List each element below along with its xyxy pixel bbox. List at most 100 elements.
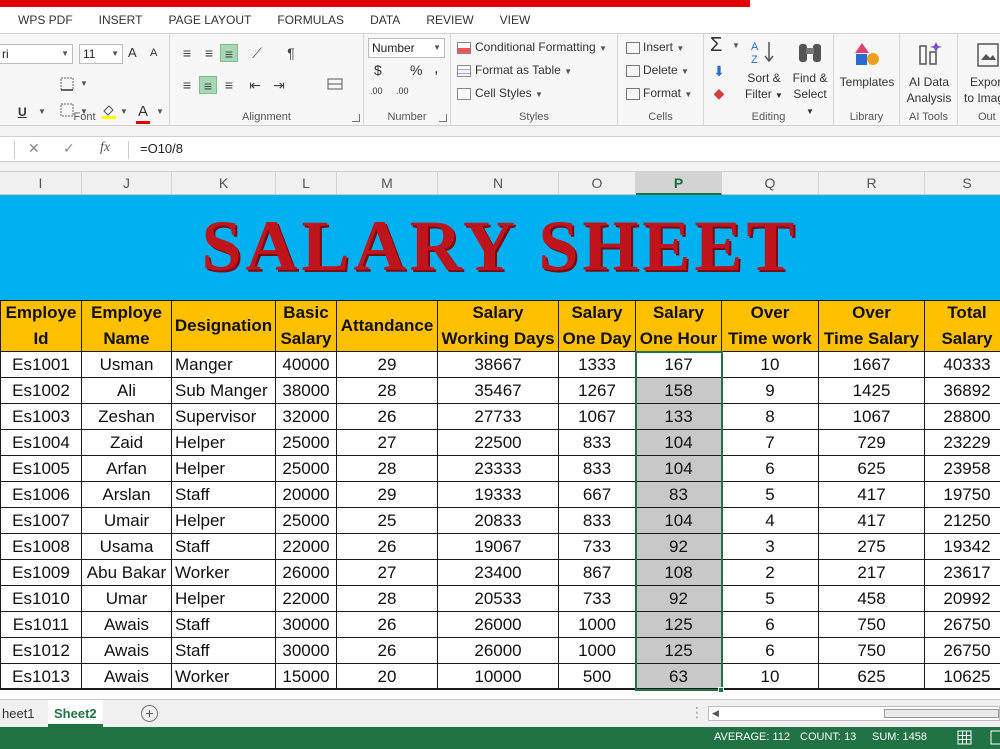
cell-designation[interactable]: Manger xyxy=(172,352,276,378)
cell-overtime-salary[interactable]: 1667 xyxy=(819,352,925,378)
cell-salary-working-days[interactable]: 26000 xyxy=(438,638,559,664)
cell-total-salary[interactable]: 10625 xyxy=(925,664,1000,690)
cell-overtime-work[interactable]: 7 xyxy=(722,430,819,456)
cell-total-salary[interactable]: 23229 xyxy=(925,430,1000,456)
cell-attendance[interactable]: 26 xyxy=(337,612,438,638)
cell-overtime-work[interactable]: 9 xyxy=(722,378,819,404)
formula-input[interactable]: =O10/8 xyxy=(140,141,183,156)
cell-salary-one-hour[interactable]: 104 xyxy=(636,456,722,482)
cell-salary-one-hour[interactable]: 108 xyxy=(636,560,722,586)
tab-review[interactable]: REVIEW xyxy=(413,7,486,34)
cell-attendance[interactable]: 28 xyxy=(337,586,438,612)
header-attendance[interactable]: Attandance xyxy=(337,300,438,352)
column-header-s[interactable]: S xyxy=(925,172,1000,195)
cell-basic-salary[interactable]: 40000 xyxy=(276,352,337,378)
header-designation[interactable]: Designation xyxy=(172,300,276,352)
cell-total-salary[interactable]: 40333 xyxy=(925,352,1000,378)
header-salary-working-days[interactable]: Salary Working Days xyxy=(438,300,559,352)
format-as-table-button[interactable]: Format as Table ▼ xyxy=(457,63,572,77)
cell-overtime-work[interactable]: 3 xyxy=(722,534,819,560)
cell-designation[interactable]: Worker xyxy=(172,560,276,586)
format-cells-button[interactable]: Format ▼ xyxy=(626,86,692,100)
cell-salary-one-day[interactable]: 500 xyxy=(559,664,636,690)
cell-employee-id[interactable]: Es1009 xyxy=(0,560,82,586)
cell-employee-id[interactable]: Es1003 xyxy=(0,404,82,430)
cell-attendance[interactable]: 25 xyxy=(337,508,438,534)
insert-cells-button[interactable]: Insert ▼ xyxy=(626,40,684,54)
grow-font-icon[interactable]: A xyxy=(128,45,137,60)
header-overtime-work[interactable]: Over Time work xyxy=(722,300,819,352)
tab-data[interactable]: DATA xyxy=(357,7,413,34)
cell-attendance[interactable]: 29 xyxy=(337,352,438,378)
column-header-j[interactable]: J xyxy=(82,172,172,195)
cell-designation[interactable]: Staff xyxy=(172,638,276,664)
column-header-m[interactable]: M xyxy=(337,172,438,195)
font-name-box[interactable]: ri ▼ xyxy=(0,44,73,64)
clear-icon[interactable]: ◆ xyxy=(710,84,728,102)
cell-designation[interactable]: Helper xyxy=(172,508,276,534)
templates-button[interactable]: Templates xyxy=(836,40,898,90)
cell-designation[interactable]: Staff xyxy=(172,534,276,560)
cell-overtime-salary[interactable]: 625 xyxy=(819,456,925,482)
cell-employee-name[interactable]: Usama xyxy=(82,534,172,560)
increase-decimal-icon[interactable]: .00 xyxy=(370,86,383,96)
fill-down-icon[interactable]: ⬇ xyxy=(710,62,728,80)
cell-employee-id[interactable]: Es1004 xyxy=(0,430,82,456)
cell-salary-working-days[interactable]: 23400 xyxy=(438,560,559,586)
font-size-box[interactable]: 11 ▼ xyxy=(79,44,123,64)
cell-salary-working-days[interactable]: 26000 xyxy=(438,612,559,638)
cell-salary-working-days[interactable]: 27733 xyxy=(438,404,559,430)
cell-basic-salary[interactable]: 15000 xyxy=(276,664,337,690)
header-employee-name[interactable]: Employe Name xyxy=(82,300,172,352)
cell-salary-one-hour[interactable]: 167 xyxy=(636,352,722,378)
cell-employee-id[interactable]: Es1006 xyxy=(0,482,82,508)
cell-total-salary[interactable]: 21250 xyxy=(925,508,1000,534)
cell-basic-salary[interactable]: 26000 xyxy=(276,560,337,586)
add-sheet-icon[interactable]: + xyxy=(141,705,158,722)
tab-split-handle-icon[interactable]: ⋮ xyxy=(690,704,704,721)
cell-overtime-salary[interactable]: 217 xyxy=(819,560,925,586)
cell-overtime-salary[interactable]: 750 xyxy=(819,612,925,638)
cell-overtime-work[interactable]: 5 xyxy=(722,586,819,612)
cell-basic-salary[interactable]: 30000 xyxy=(276,638,337,664)
cell-designation[interactable]: Helper xyxy=(172,586,276,612)
cell-employee-name[interactable]: Awais xyxy=(82,638,172,664)
scrollbar-thumb[interactable] xyxy=(884,709,999,718)
conditional-formatting-button[interactable]: Conditional Formatting ▼ xyxy=(457,40,607,54)
cell-basic-salary[interactable]: 30000 xyxy=(276,612,337,638)
header-salary-one-day[interactable]: Salary One Day xyxy=(559,300,636,352)
cell-salary-one-hour[interactable]: 133 xyxy=(636,404,722,430)
cell-overtime-work[interactable]: 5 xyxy=(722,482,819,508)
align-bottom-icon[interactable]: ≡ xyxy=(220,44,238,62)
tab-view[interactable]: VIEW xyxy=(487,7,544,34)
cell-attendance[interactable]: 27 xyxy=(337,430,438,456)
horizontal-scrollbar[interactable]: ◀ xyxy=(708,706,1000,721)
cell-basic-salary[interactable]: 25000 xyxy=(276,430,337,456)
cell-employee-id[interactable]: Es1013 xyxy=(0,664,82,690)
cell-total-salary[interactable]: 28800 xyxy=(925,404,1000,430)
cell-total-salary[interactable]: 19750 xyxy=(925,482,1000,508)
header-overtime-salary[interactable]: Over Time Salary xyxy=(819,300,925,352)
cell-overtime-work[interactable]: 6 xyxy=(722,612,819,638)
sheet-tab-sheet2[interactable]: Sheet2 xyxy=(48,700,103,727)
column-header-i[interactable]: I xyxy=(0,172,82,195)
header-salary-one-hour[interactable]: Salary One Hour xyxy=(636,300,722,352)
cell-total-salary[interactable]: 26750 xyxy=(925,612,1000,638)
align-top-icon[interactable]: ≡ xyxy=(178,44,196,62)
cell-employee-id[interactable]: Es1002 xyxy=(0,378,82,404)
cell-overtime-salary[interactable]: 1067 xyxy=(819,404,925,430)
number-format-box[interactable]: Number ▼ xyxy=(368,38,445,58)
tab-insert[interactable]: INSERT xyxy=(86,7,156,34)
column-header-l[interactable]: L xyxy=(276,172,337,195)
scroll-left-icon[interactable]: ◀ xyxy=(712,707,719,720)
autosum-icon[interactable]: Σ xyxy=(710,34,722,57)
export-to-image-button[interactable]: Expor to Imag xyxy=(962,40,1000,106)
cell-salary-working-days[interactable]: 20533 xyxy=(438,586,559,612)
cell-employee-name[interactable]: Awais xyxy=(82,612,172,638)
cell-employee-name[interactable]: Ali xyxy=(82,378,172,404)
column-header-k[interactable]: K xyxy=(172,172,276,195)
cancel-icon[interactable]: ✕ xyxy=(28,140,40,157)
cell-designation[interactable]: Staff xyxy=(172,482,276,508)
cell-employee-id[interactable]: Es1005 xyxy=(0,456,82,482)
insert-function-icon[interactable]: fx xyxy=(100,140,110,156)
